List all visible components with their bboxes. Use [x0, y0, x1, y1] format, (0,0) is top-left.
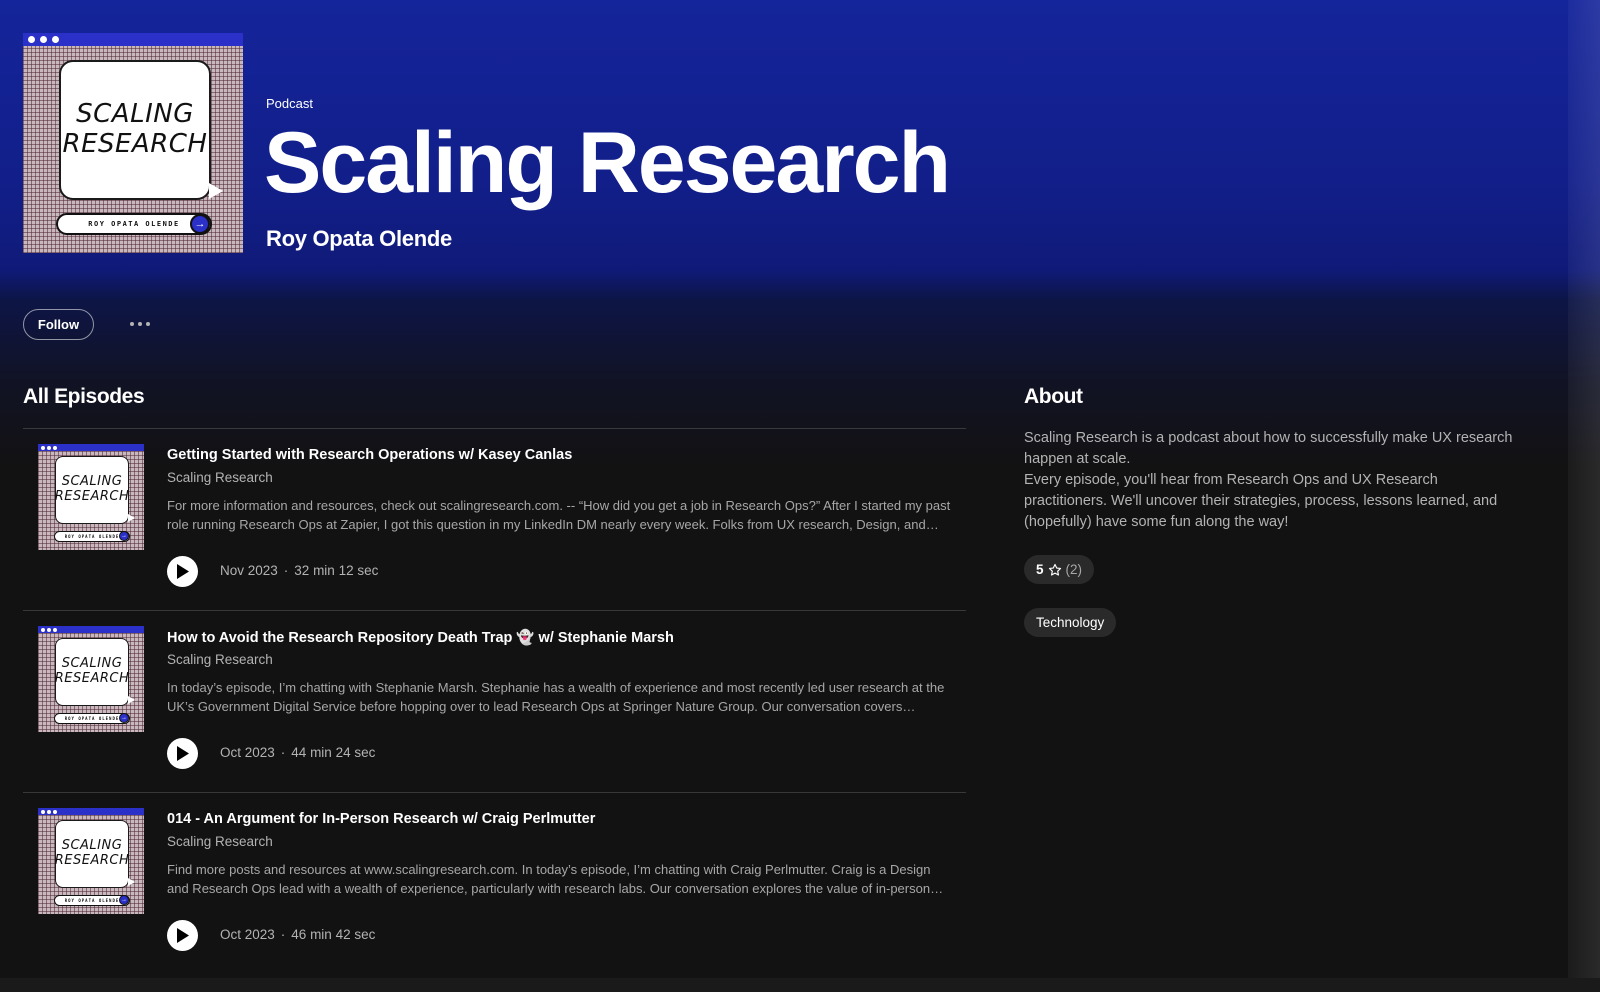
- episode-description: In today’s episode, I’m chatting with St…: [167, 680, 945, 714]
- play-button[interactable]: [167, 920, 198, 951]
- rating-badge[interactable]: 5 (2): [1024, 555, 1095, 584]
- rating-count: (2): [1065, 562, 1083, 577]
- follow-button[interactable]: Follow: [23, 309, 94, 340]
- category-tag[interactable]: Technology: [1024, 608, 1117, 637]
- episode-show-link[interactable]: Scaling Research: [167, 834, 273, 849]
- episode-meta: Nov 2023 · 32 min 12 sec: [220, 563, 379, 578]
- play-button[interactable]: [167, 738, 198, 769]
- cover-window-bar: [23, 33, 243, 46]
- episode-show-link[interactable]: Scaling Research: [167, 470, 273, 485]
- episode-date: Oct 2023: [220, 927, 275, 942]
- episode-divider: [23, 610, 966, 611]
- window-dot-icon: [40, 36, 47, 43]
- content-type-label: Podcast: [266, 96, 313, 111]
- star-outline-icon: [1048, 563, 1061, 576]
- speech-bubble-tail: [209, 183, 223, 199]
- episode-title[interactable]: 014 - An Argument for In-Person Research…: [167, 811, 595, 827]
- episode-meta: Oct 2023 · 46 min 42 sec: [220, 927, 376, 942]
- cover-title-line2: RESEARCH: [62, 129, 208, 159]
- window-dot-icon: [28, 36, 35, 43]
- podcast-author-link[interactable]: Roy Opata Olende: [266, 226, 452, 252]
- cover-speech-bubble: SCALING RESEARCH: [59, 60, 211, 200]
- episode-divider: [23, 428, 966, 429]
- episode-thumbnail[interactable]: SCALING RESEARCH ROY OPATA OLENDE →: [38, 626, 144, 732]
- bottom-edge: [0, 978, 1600, 992]
- play-icon: [177, 746, 189, 761]
- play-button[interactable]: [167, 556, 198, 587]
- episode-description: Find more posts and resources at www.sca…: [167, 862, 931, 896]
- window-dot-icon: [52, 36, 59, 43]
- cover-title-line1: SCALING: [76, 99, 194, 130]
- rating-value: 5: [1036, 562, 1044, 577]
- episode-thumbnail[interactable]: SCALING RESEARCH ROY OPATA OLENDE →: [38, 808, 144, 914]
- podcast-cover-art: SCALING RESEARCH ROY OPATA OLENDE →: [23, 33, 243, 253]
- episode-title[interactable]: How to Avoid the Research Repository Dea…: [167, 629, 674, 646]
- page-title: Scaling Research: [264, 115, 951, 211]
- episode-description: For more information and resources, chec…: [167, 498, 951, 532]
- all-episodes-heading: All Episodes: [23, 385, 145, 408]
- episode-divider: [23, 792, 966, 793]
- arrow-right-icon: →: [190, 214, 210, 234]
- about-paragraph-1: Scaling Research is a podcast about how …: [1024, 430, 1513, 467]
- window-edge: [1568, 0, 1600, 992]
- arrow-right-icon: →: [119, 895, 129, 905]
- about-paragraph-2: Every episode, you'll hear from Research…: [1024, 472, 1498, 530]
- episode-meta: Oct 2023 · 44 min 24 sec: [220, 745, 376, 760]
- episode-duration: 46 min 42 sec: [291, 927, 376, 942]
- play-icon: [177, 928, 189, 943]
- episode-duration: 32 min 12 sec: [294, 563, 379, 578]
- episode-title[interactable]: Getting Started with Research Operations…: [167, 447, 572, 463]
- more-horizontal-icon[interactable]: [125, 314, 155, 334]
- about-heading: About: [1024, 385, 1083, 408]
- cover-author-pill: ROY OPATA OLENDE: [56, 213, 212, 235]
- about-description: Scaling Research is a podcast about how …: [1024, 428, 1514, 533]
- play-icon: [177, 564, 189, 579]
- episode-date: Oct 2023: [220, 745, 275, 760]
- episode-duration: 44 min 24 sec: [291, 745, 376, 760]
- episode-show-link[interactable]: Scaling Research: [167, 652, 273, 667]
- arrow-right-icon: →: [119, 531, 129, 541]
- episode-thumbnail[interactable]: SCALING RESEARCH ROY OPATA OLENDE →: [38, 444, 144, 550]
- arrow-right-icon: →: [119, 713, 129, 723]
- episode-date: Nov 2023: [220, 563, 278, 578]
